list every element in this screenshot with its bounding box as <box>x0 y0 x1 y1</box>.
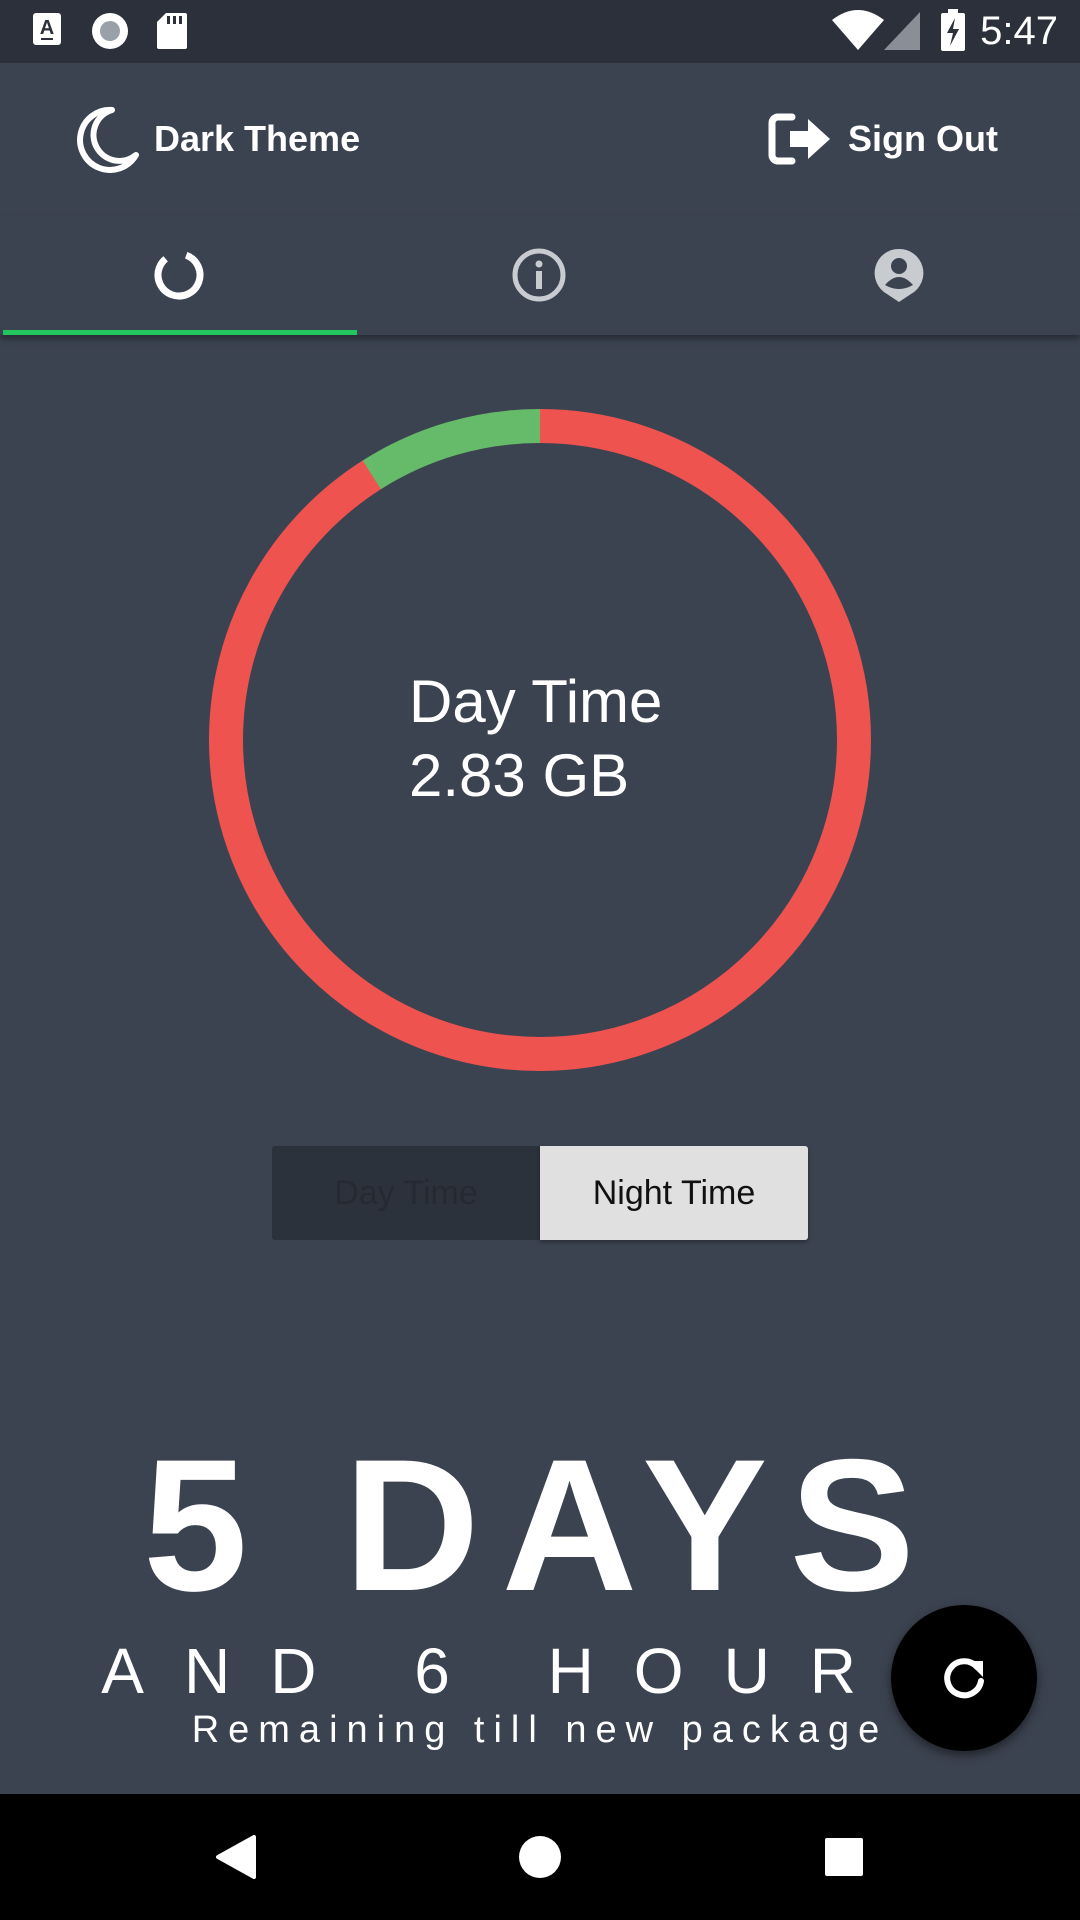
refresh-button[interactable] <box>891 1605 1037 1751</box>
info-icon <box>512 248 566 302</box>
notification-a-icon: A <box>33 13 61 45</box>
circle-record-icon <box>92 13 128 49</box>
home-button[interactable] <box>450 1794 630 1920</box>
back-icon <box>216 1835 256 1879</box>
sign-out-icon <box>768 113 830 165</box>
navigation-bar <box>0 1794 1080 1920</box>
profile-icon <box>874 248 924 302</box>
days-remaining: 5 DAYS <box>143 1420 937 1630</box>
svg-text:A: A <box>40 17 54 39</box>
tab-bar <box>0 215 1080 335</box>
usage-label: Day Time <box>409 668 663 735</box>
usage-center-text: Day Time 2.83 GB <box>409 665 662 813</box>
battery-charging-icon <box>941 9 965 51</box>
moon-icon <box>77 106 139 173</box>
usage-value: 2.83 GB <box>409 742 630 809</box>
refresh-icon <box>944 1658 984 1699</box>
tab-info[interactable] <box>360 215 718 335</box>
recents-icon <box>825 1838 863 1876</box>
tab-usage[interactable] <box>0 215 358 335</box>
cell-signal-icon <box>884 12 920 50</box>
tab-profile[interactable] <box>720 215 1078 335</box>
time-toggle: Day Time Night Time <box>272 1146 808 1240</box>
status-bar: A 5:47 <box>0 0 1080 63</box>
recents-button[interactable] <box>754 1794 934 1920</box>
sign-out-button[interactable]: Sign Out <box>768 101 998 177</box>
active-tab-indicator <box>3 330 357 335</box>
sd-card-icon <box>157 13 187 49</box>
usage-ring-icon <box>154 250 204 300</box>
home-icon <box>519 1836 561 1878</box>
wifi-icon <box>832 10 884 50</box>
sign-out-label: Sign Out <box>848 118 998 159</box>
dark-theme-label: Dark Theme <box>154 118 361 159</box>
night-time-button[interactable]: Night Time <box>540 1146 808 1240</box>
clock: 5:47 <box>980 9 1058 53</box>
day-time-button[interactable]: Day Time <box>272 1146 540 1240</box>
header: Dark Theme Sign Out <box>0 63 1080 215</box>
dark-theme-button[interactable]: Dark Theme <box>72 101 360 177</box>
back-button[interactable] <box>146 1794 326 1920</box>
